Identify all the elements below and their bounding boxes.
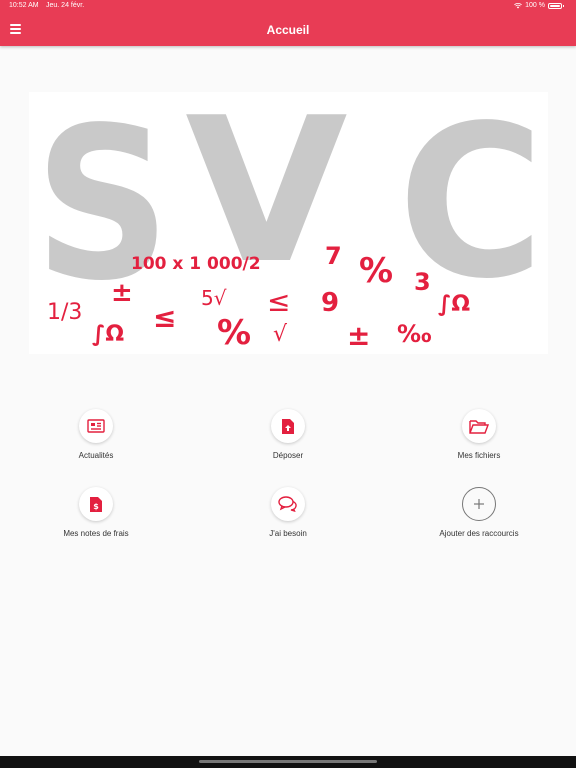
shortcut-mes-fichiers[interactable]: Mes fichiers [399,409,559,460]
banner-symbol: ∫Ω [92,322,125,347]
app-header: 10:52 AM Jeu. 24 févr. 100 % Accueil [0,0,576,46]
shortcut-label: Mes notes de frais [63,529,129,538]
status-date: Jeu. 24 févr. [46,2,85,9]
wifi-icon [514,2,523,8]
shortcut-deposer[interactable]: Déposer [208,409,368,460]
home-bar[interactable] [199,760,377,763]
file-upload-icon [271,409,305,443]
status-bar: 10:52 AM Jeu. 24 févr. 100 % [0,0,576,13]
status-time: 10:52 AM [9,2,39,9]
banner-symbol: ∫Ω [438,292,471,317]
banner-symbol: ≤ [153,301,177,334]
banner-symbol: 7 [325,242,342,270]
shortcut-notes-de-frais[interactable]: $ Mes notes de frais [16,487,176,538]
banner-symbol: 1/3 [47,300,83,325]
status-indicators: 100 % [514,2,564,9]
banner-image: S V C 100 x 1 000/2 7 % 3 1/3 ± 5√ ≤ 9 ∫… [29,92,548,354]
shortcut-label: Déposer [272,451,304,460]
banner-symbol: 9 [321,288,340,318]
svg-text:$: $ [93,502,99,511]
chat-bubbles-icon [271,487,305,521]
banner-symbol: ± [347,319,371,352]
newspaper-icon [79,409,113,443]
shortcut-label: Actualités [78,451,114,460]
shortcut-label: J'ai besoin [269,529,307,538]
banner-symbol: ‰ [397,320,432,348]
banner-symbol: 100 x 1 000/2 [131,254,261,274]
banner-symbol: 3 [414,268,431,296]
banner-symbol: √ [273,322,288,347]
banner-symbol: % [359,251,394,291]
home-indicator [0,756,576,768]
expense-file-icon: $ [79,487,113,521]
plus-icon [462,487,496,521]
battery-icon [548,2,564,9]
banner-letter-s: S [34,92,170,327]
banner-symbol: ≤ [267,285,291,318]
shortcut-ajouter-raccourcis[interactable]: Ajouter des raccourcis [399,487,559,538]
banner-symbol: % [217,313,252,353]
banner-symbol: ± [111,278,133,308]
page-title: Accueil [266,23,310,37]
shortcut-jai-besoin[interactable]: J'ai besoin [208,487,368,538]
shortcut-label: Mes fichiers [457,451,501,460]
shortcut-actualites[interactable]: Actualités [16,409,176,460]
battery-level: 100 % [525,2,545,9]
banner-symbol: 5√ [201,286,227,310]
shortcut-label: Ajouter des raccourcis [439,529,519,538]
folder-open-icon [462,409,496,443]
